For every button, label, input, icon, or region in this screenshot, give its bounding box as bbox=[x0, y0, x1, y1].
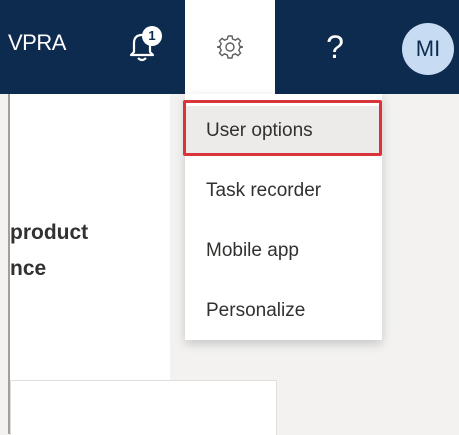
company-picker[interactable]: VPRA bbox=[8, 30, 66, 56]
tile-title-line-2: nce bbox=[10, 257, 47, 280]
help-button[interactable]: ? bbox=[300, 0, 370, 94]
menu-item-mobile-app[interactable]: Mobile app bbox=[185, 226, 382, 276]
tile-title-line-1: product bbox=[10, 221, 89, 244]
menu-item-personalize[interactable]: Personalize bbox=[185, 286, 382, 336]
settings-button[interactable] bbox=[185, 0, 275, 94]
user-avatar[interactable]: MI bbox=[402, 23, 454, 75]
notifications-button[interactable]: 1 bbox=[108, 0, 178, 94]
highlight-box bbox=[183, 100, 382, 156]
secondary-tile[interactable] bbox=[10, 380, 277, 435]
gear-icon bbox=[217, 35, 243, 59]
notification-count-badge: 1 bbox=[142, 26, 162, 46]
top-navigation-bar: VPRA 1 ? MI bbox=[0, 0, 459, 94]
menu-item-task-recorder[interactable]: Task recorder bbox=[185, 166, 382, 216]
